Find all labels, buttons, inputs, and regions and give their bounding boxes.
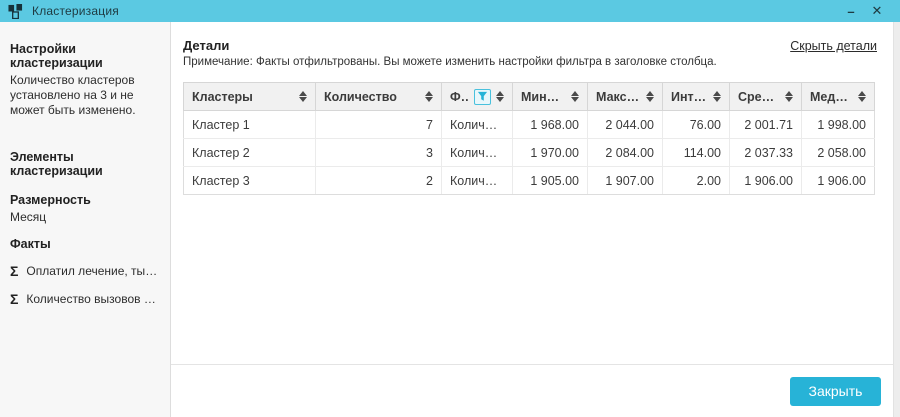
details-header: Детали Скрыть детали	[171, 22, 893, 53]
sidebar-settings-heading: Настройки кластеризации	[10, 42, 160, 70]
cell-cluster: Кластер 2	[184, 139, 316, 167]
window-titlebar: Кластеризация – ✕	[0, 0, 900, 22]
cell-count: 2	[316, 167, 442, 195]
clusters-table: Кластеры Количество	[183, 82, 875, 195]
column-label: Миним…	[521, 90, 566, 104]
hide-details-link[interactable]: Скрыть детали	[790, 39, 877, 53]
vertical-scrollbar[interactable]	[893, 22, 900, 417]
cell-mean: 2 037.33	[730, 139, 802, 167]
sidebar-fact-item: Σ Оплатил лечение, тыс…	[10, 263, 160, 279]
cell-cluster: Кластер 3	[184, 167, 316, 195]
cell-mean: 1 906.00	[730, 167, 802, 195]
sidebar-dimension-heading: Размерность	[10, 193, 160, 207]
column-header-min[interactable]: Миним…	[513, 83, 588, 111]
footer: Закрыть	[171, 364, 893, 417]
column-header-count[interactable]: Количество	[316, 83, 442, 111]
table-header-row: Кластеры Количество	[184, 83, 875, 111]
sidebar-settings-text: Количество кластеров установлено на 3 и …	[10, 73, 160, 118]
sort-icon	[858, 91, 866, 102]
sort-icon	[571, 91, 579, 102]
cell-fact: Количест…	[442, 111, 513, 139]
details-panel: Детали Скрыть детали Примечание: Факты о…	[171, 22, 893, 417]
cell-interval: 76.00	[663, 111, 730, 139]
cell-fact: Количест…	[442, 167, 513, 195]
cell-fact: Количест…	[442, 139, 513, 167]
minimize-button[interactable]: –	[838, 1, 864, 21]
column-header-mean[interactable]: Средне…	[730, 83, 802, 111]
cell-max: 2 084.00	[588, 139, 663, 167]
clustering-app-icon	[8, 4, 23, 19]
column-header-median[interactable]: Медиан…	[802, 83, 875, 111]
sort-icon	[646, 91, 654, 102]
fact-label: Оплатил лечение, тыс…	[26, 264, 160, 278]
table-row-cluster-2[interactable]: Кластер 2 3 Количест… 1 970.00 2 084.00 …	[184, 139, 875, 167]
column-header-facts[interactable]: Факты	[442, 83, 513, 111]
sort-icon	[785, 91, 793, 102]
filter-icon[interactable]	[474, 89, 491, 105]
cell-count: 3	[316, 139, 442, 167]
sort-icon	[713, 91, 721, 102]
spacer	[10, 225, 160, 237]
clusters-table-wrap: Кластеры Количество	[171, 68, 893, 195]
sort-icon	[496, 91, 504, 102]
cell-interval: 114.00	[663, 139, 730, 167]
spacer	[171, 195, 893, 364]
column-label: Факты	[450, 90, 469, 104]
cell-min: 1 905.00	[513, 167, 588, 195]
sort-icon	[425, 91, 433, 102]
sidebar-elements-heading: Элементы кластеризации	[10, 150, 160, 178]
column-label: Средне…	[738, 90, 780, 104]
sigma-icon: Σ	[10, 263, 18, 279]
cell-max: 1 907.00	[588, 167, 663, 195]
cell-median: 2 058.00	[802, 139, 875, 167]
cell-min: 1 968.00	[513, 111, 588, 139]
sidebar-fact-item: Σ Количество вызовов в…	[10, 291, 160, 307]
sidebar-dimension-value: Месяц	[10, 210, 160, 225]
sigma-icon: Σ	[10, 291, 18, 307]
sidebar: Настройки кластеризации Количество класт…	[0, 22, 171, 417]
filter-note: Примечание: Факты отфильтрованы. Вы може…	[171, 53, 893, 68]
column-header-max[interactable]: Максим…	[588, 83, 663, 111]
column-header-clusters[interactable]: Кластеры	[184, 83, 316, 111]
cell-median: 1 906.00	[802, 167, 875, 195]
details-title: Детали	[183, 38, 229, 53]
fact-label: Количество вызовов в…	[26, 292, 160, 306]
column-label: Количество	[324, 90, 420, 104]
cell-min: 1 970.00	[513, 139, 588, 167]
sort-icon	[299, 91, 307, 102]
cell-interval: 2.00	[663, 167, 730, 195]
close-button[interactable]: Закрыть	[790, 377, 881, 406]
window-title: Кластеризация	[32, 4, 119, 18]
cell-median: 1 998.00	[802, 111, 875, 139]
clustering-window: Кластеризация – ✕ Настройки кластеризаци…	[0, 0, 900, 417]
column-label: Кластеры	[192, 90, 294, 104]
window-body: Настройки кластеризации Количество класт…	[0, 22, 900, 417]
column-label: Интерв…	[671, 90, 708, 104]
spacer	[10, 118, 160, 150]
column-header-interval[interactable]: Интерв…	[663, 83, 730, 111]
sidebar-facts-heading: Факты	[10, 237, 160, 251]
close-icon[interactable]: ✕	[864, 1, 890, 21]
cell-cluster: Кластер 1	[184, 111, 316, 139]
cell-max: 2 044.00	[588, 111, 663, 139]
cell-count: 7	[316, 111, 442, 139]
column-label: Максим…	[596, 90, 641, 104]
table-row-cluster-3[interactable]: Кластер 3 2 Количест… 1 905.00 1 907.00 …	[184, 167, 875, 195]
spacer	[10, 181, 160, 193]
column-label: Медиан…	[810, 90, 853, 104]
cell-mean: 2 001.71	[730, 111, 802, 139]
table-row-cluster-1[interactable]: Кластер 1 7 Количест… 1 968.00 2 044.00 …	[184, 111, 875, 139]
